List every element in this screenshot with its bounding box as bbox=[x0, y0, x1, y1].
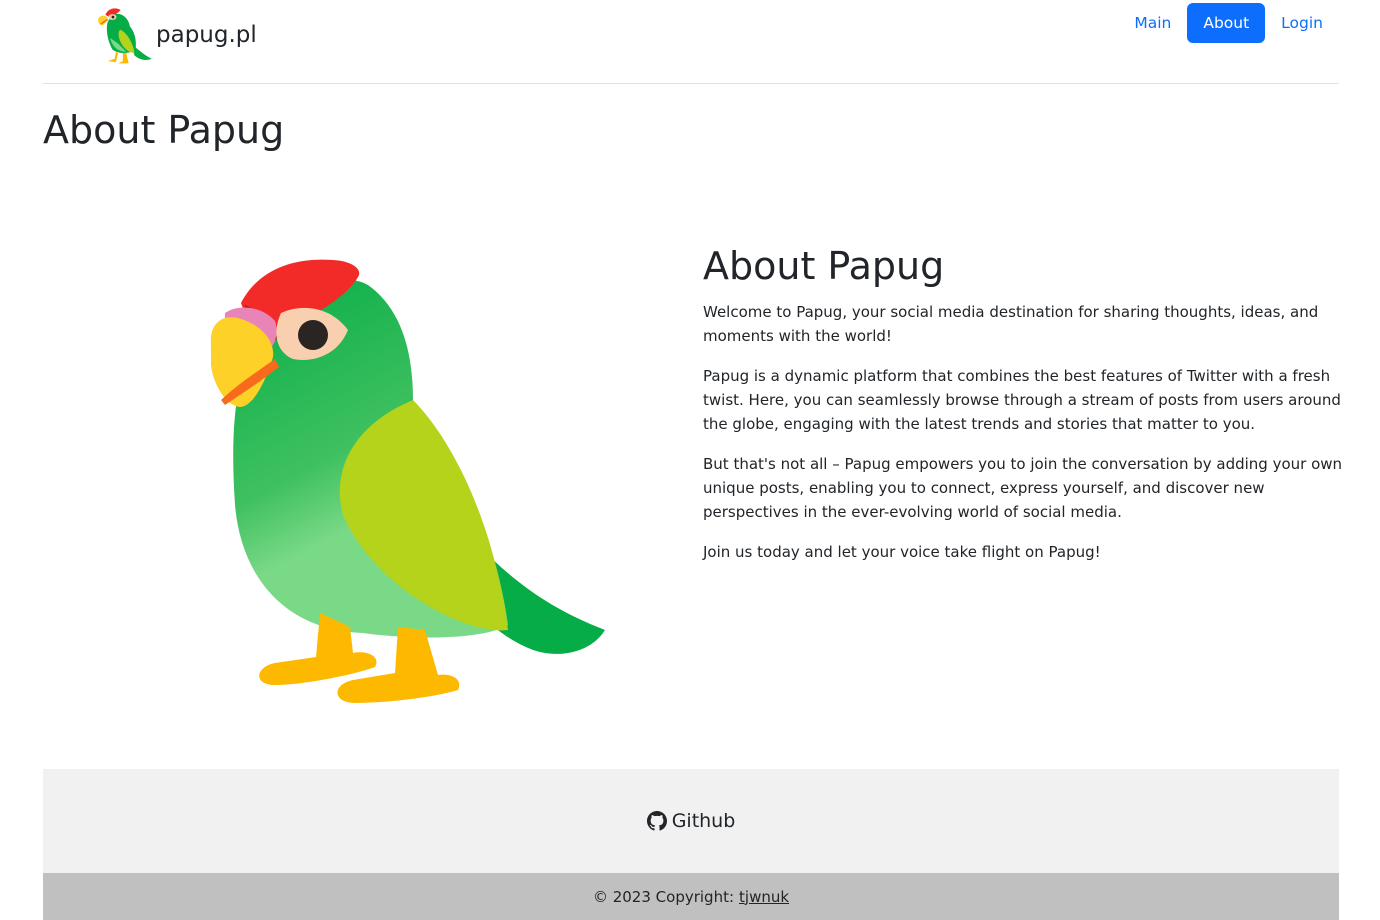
copyright-bar: © 2023 Copyright: tjwnuk bbox=[43, 873, 1339, 920]
about-paragraph: But that's not all – Papug empowers you … bbox=[703, 454, 1343, 521]
copyright-text: © 2023 Copyright: bbox=[592, 887, 735, 906]
about-heading: About Papug bbox=[703, 244, 945, 288]
about-paragraph: Papug is a dynamic platform that combine… bbox=[703, 366, 1341, 433]
nav-login-link[interactable]: Login bbox=[1265, 3, 1339, 43]
parrot-logo-icon bbox=[98, 8, 152, 64]
page-title: About Papug bbox=[43, 108, 285, 152]
page-container: papug.pl Main About Login About Papug Ab… bbox=[43, 0, 1342, 920]
github-link[interactable]: Github bbox=[646, 810, 736, 832]
about-section: About Papug Welcome to Papug, your socia… bbox=[703, 244, 1343, 580]
brand-name: papug.pl bbox=[156, 21, 257, 48]
footer-links: Github bbox=[43, 769, 1339, 873]
site-header: papug.pl Main About Login bbox=[43, 0, 1339, 84]
about-paragraph: Join us today and let your voice take fl… bbox=[703, 542, 1101, 561]
parrot-illustration-icon bbox=[210, 259, 605, 703]
nav-about-link[interactable]: About bbox=[1187, 3, 1266, 43]
main-nav: Main About Login bbox=[1118, 3, 1339, 43]
github-label: Github bbox=[671, 810, 736, 832]
about-paragraph: Welcome to Papug, your social media dest… bbox=[703, 302, 1319, 345]
copyright-author-link[interactable]: tjwnuk bbox=[739, 888, 789, 906]
brand-link[interactable]: papug.pl bbox=[95, 3, 257, 67]
nav-main-link[interactable]: Main bbox=[1118, 3, 1187, 43]
github-icon bbox=[646, 811, 667, 831]
